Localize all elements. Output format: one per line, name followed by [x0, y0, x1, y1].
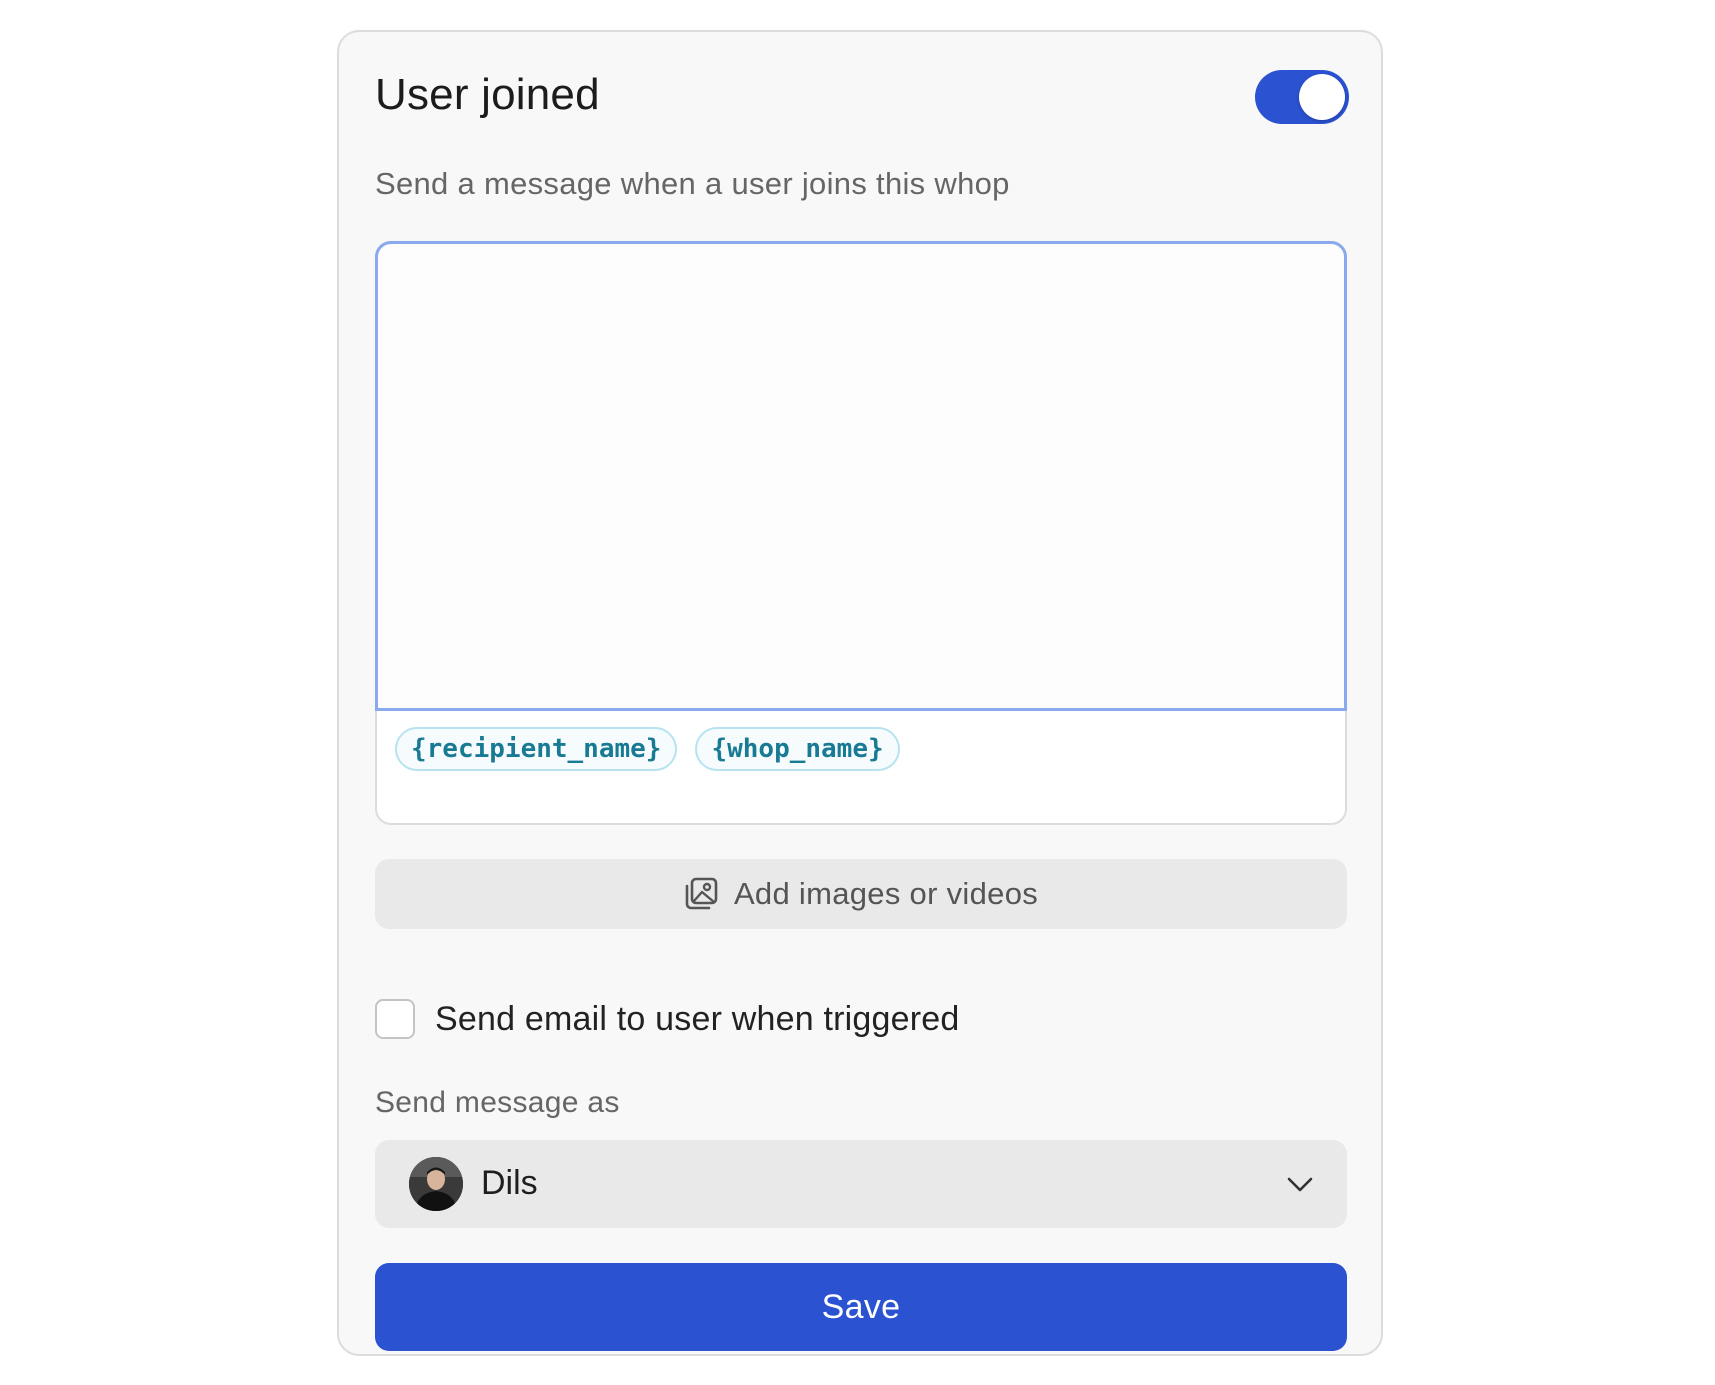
save-button[interactable]: Save — [375, 1263, 1347, 1351]
variable-chip-whop-name[interactable]: {whop_name} — [695, 727, 900, 771]
automation-card: User joined Send a message when a user j… — [337, 30, 1383, 1356]
sender-name: Dils — [481, 1164, 538, 1202]
chevron-down-icon — [1287, 1174, 1313, 1199]
message-editor: {recipient_name} {whop_name} — [375, 241, 1347, 825]
card-description: Send a message when a user joins this wh… — [375, 166, 1010, 201]
sender-select[interactable]: Dils — [375, 1140, 1347, 1228]
card-title: User joined — [375, 70, 600, 119]
avatar — [409, 1157, 463, 1211]
enable-toggle[interactable] — [1255, 70, 1349, 124]
add-media-label: Add images or videos — [733, 876, 1039, 911]
email-option: Send email to user when triggered — [375, 999, 959, 1039]
image-gallery-icon — [684, 877, 718, 911]
add-media-button[interactable]: Add images or videos — [375, 859, 1347, 929]
send-email-label[interactable]: Send email to user when triggered — [435, 1000, 959, 1039]
message-input[interactable] — [375, 241, 1347, 711]
toggle-knob — [1299, 74, 1345, 120]
send-as-label: Send message as — [375, 1086, 620, 1119]
variable-chip-recipient-name[interactable]: {recipient_name} — [395, 727, 678, 771]
variable-chips: {recipient_name} {whop_name} — [395, 727, 900, 771]
send-email-checkbox[interactable] — [375, 999, 415, 1039]
